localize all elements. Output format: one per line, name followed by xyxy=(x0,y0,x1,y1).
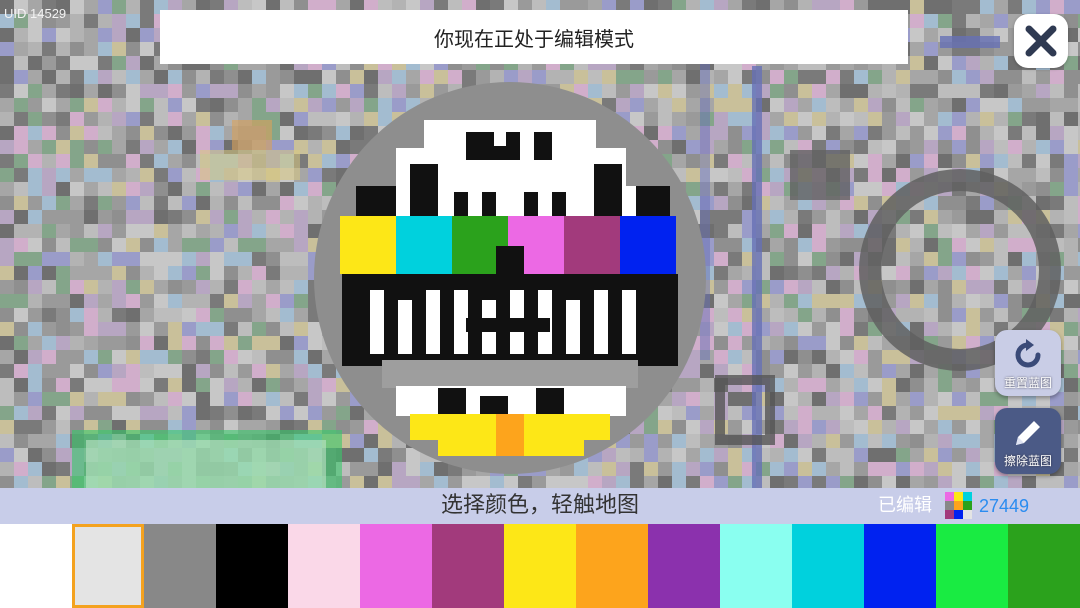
color-swatch[interactable] xyxy=(0,524,72,608)
color-swatch[interactable] xyxy=(720,524,792,608)
pencil-icon xyxy=(1016,421,1040,445)
color-swatch[interactable] xyxy=(72,524,144,608)
pixel-map[interactable] xyxy=(0,0,1080,488)
color-swatch[interactable] xyxy=(288,524,360,608)
close-button[interactable] xyxy=(1014,14,1068,68)
color-swatch[interactable] xyxy=(216,524,288,608)
color-swatch[interactable] xyxy=(792,524,864,608)
edit-mode-text: 你现在正处于编辑模式 xyxy=(434,26,634,51)
erase-blueprint-label: 擦除蓝图 xyxy=(1003,454,1052,468)
reset-blueprint-label: 重置蓝图 xyxy=(1003,376,1052,390)
color-palette xyxy=(0,524,1080,608)
color-swatch[interactable] xyxy=(360,524,432,608)
pixel-grid-icon xyxy=(945,492,972,519)
color-swatch[interactable] xyxy=(936,524,1008,608)
edited-label: 已编辑 xyxy=(878,495,932,516)
edited-count: 27449 xyxy=(979,496,1030,516)
color-swatch[interactable] xyxy=(648,524,720,608)
color-swatch[interactable] xyxy=(144,524,216,608)
uid-label: UID 14529 xyxy=(4,6,67,21)
color-swatch[interactable] xyxy=(1008,524,1080,608)
color-swatch[interactable] xyxy=(864,524,936,608)
color-swatch[interactable] xyxy=(504,524,576,608)
edit-mode-banner: 你现在正处于编辑模式 xyxy=(160,10,908,64)
close-x-icon xyxy=(1025,25,1057,57)
erase-blueprint-button[interactable]: 擦除蓝图 xyxy=(995,408,1061,474)
color-swatch[interactable] xyxy=(576,524,648,608)
blueprint-emblem xyxy=(314,82,706,474)
bottom-info-bar: 选择颜色，轻触地图 已编辑 27449 xyxy=(0,488,1080,524)
reset-blueprint-button[interactable]: 重置蓝图 xyxy=(995,330,1061,396)
rotate-arrow-icon xyxy=(1015,339,1041,368)
color-swatch[interactable] xyxy=(432,524,504,608)
